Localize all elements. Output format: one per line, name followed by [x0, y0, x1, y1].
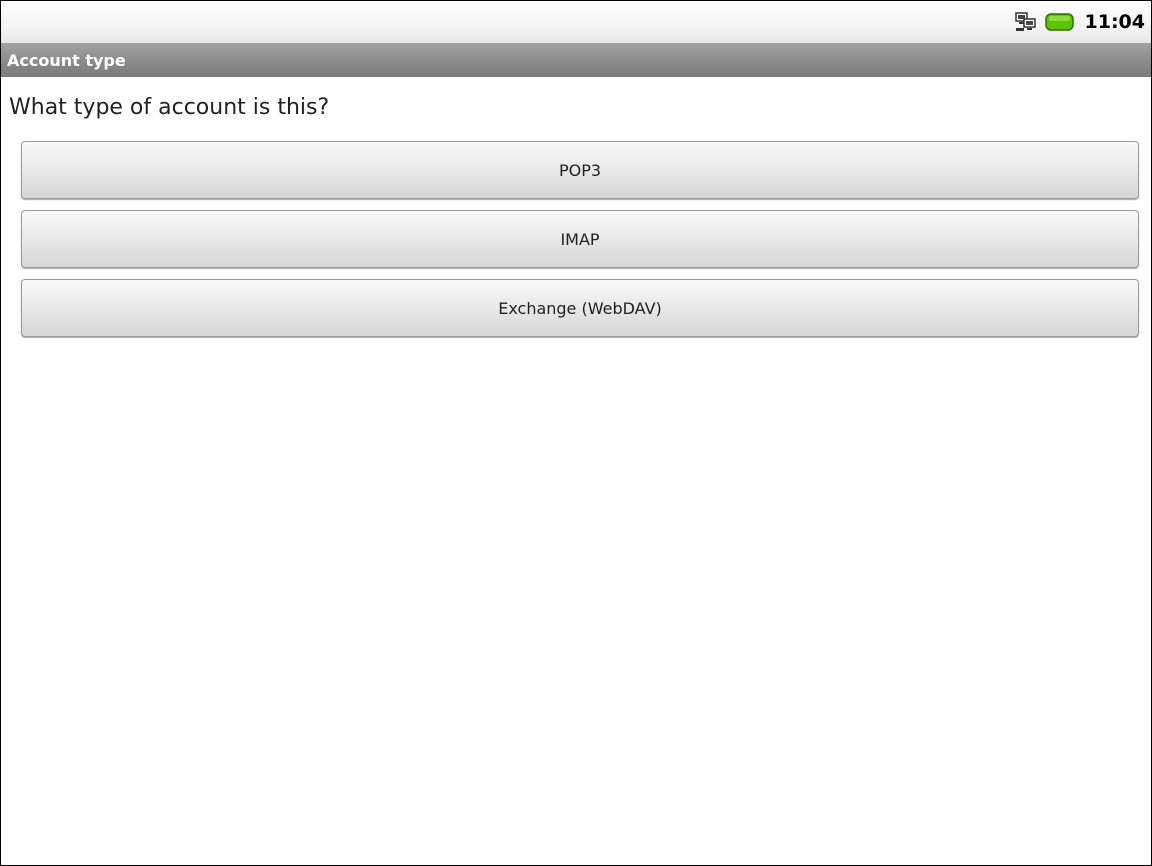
pop3-button[interactable]: POP3 — [21, 141, 1139, 199]
status-bar: 11:04 — [1, 1, 1151, 43]
page-title: Account type — [7, 50, 126, 70]
account-type-prompt: What type of account is this? — [9, 95, 330, 120]
battery-icon — [1044, 13, 1075, 31]
title-bar: Account type — [1, 43, 1151, 77]
status-clock: 11:04 — [1084, 11, 1145, 33]
device-screen: 11:04 Account type What type of account … — [0, 0, 1152, 866]
exchange-webdav-button[interactable]: Exchange (WebDAV) — [21, 279, 1139, 337]
imap-button[interactable]: IMAP — [21, 210, 1139, 268]
network-computer-icon — [1014, 11, 1037, 33]
